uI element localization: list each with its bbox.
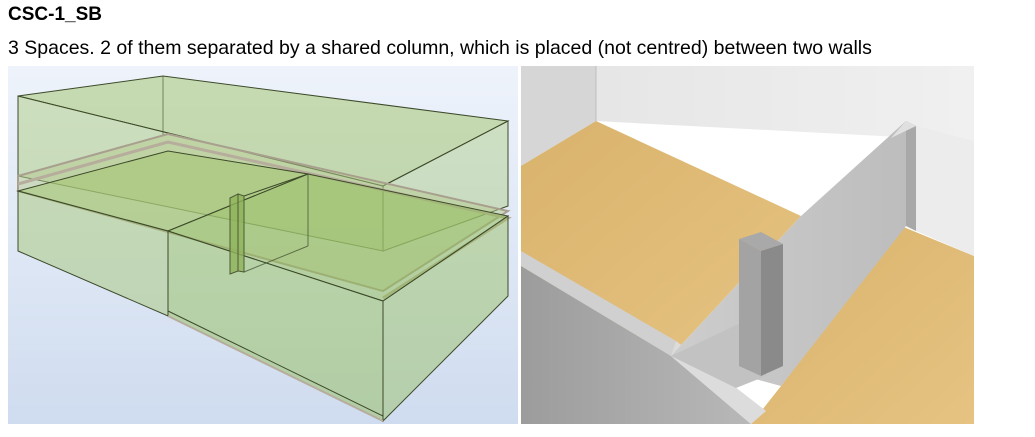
room-render-drawing — [521, 66, 974, 424]
room-render-view — [521, 66, 974, 424]
shared-column — [739, 232, 783, 376]
page-title: CSC-1_SB — [8, 4, 102, 25]
space-volumes-drawing — [8, 66, 518, 424]
page-description: 3 Spaces. 2 of them separated by a share… — [8, 37, 872, 59]
shared-column — [229, 193, 245, 275]
space-volumes-view — [8, 66, 518, 424]
